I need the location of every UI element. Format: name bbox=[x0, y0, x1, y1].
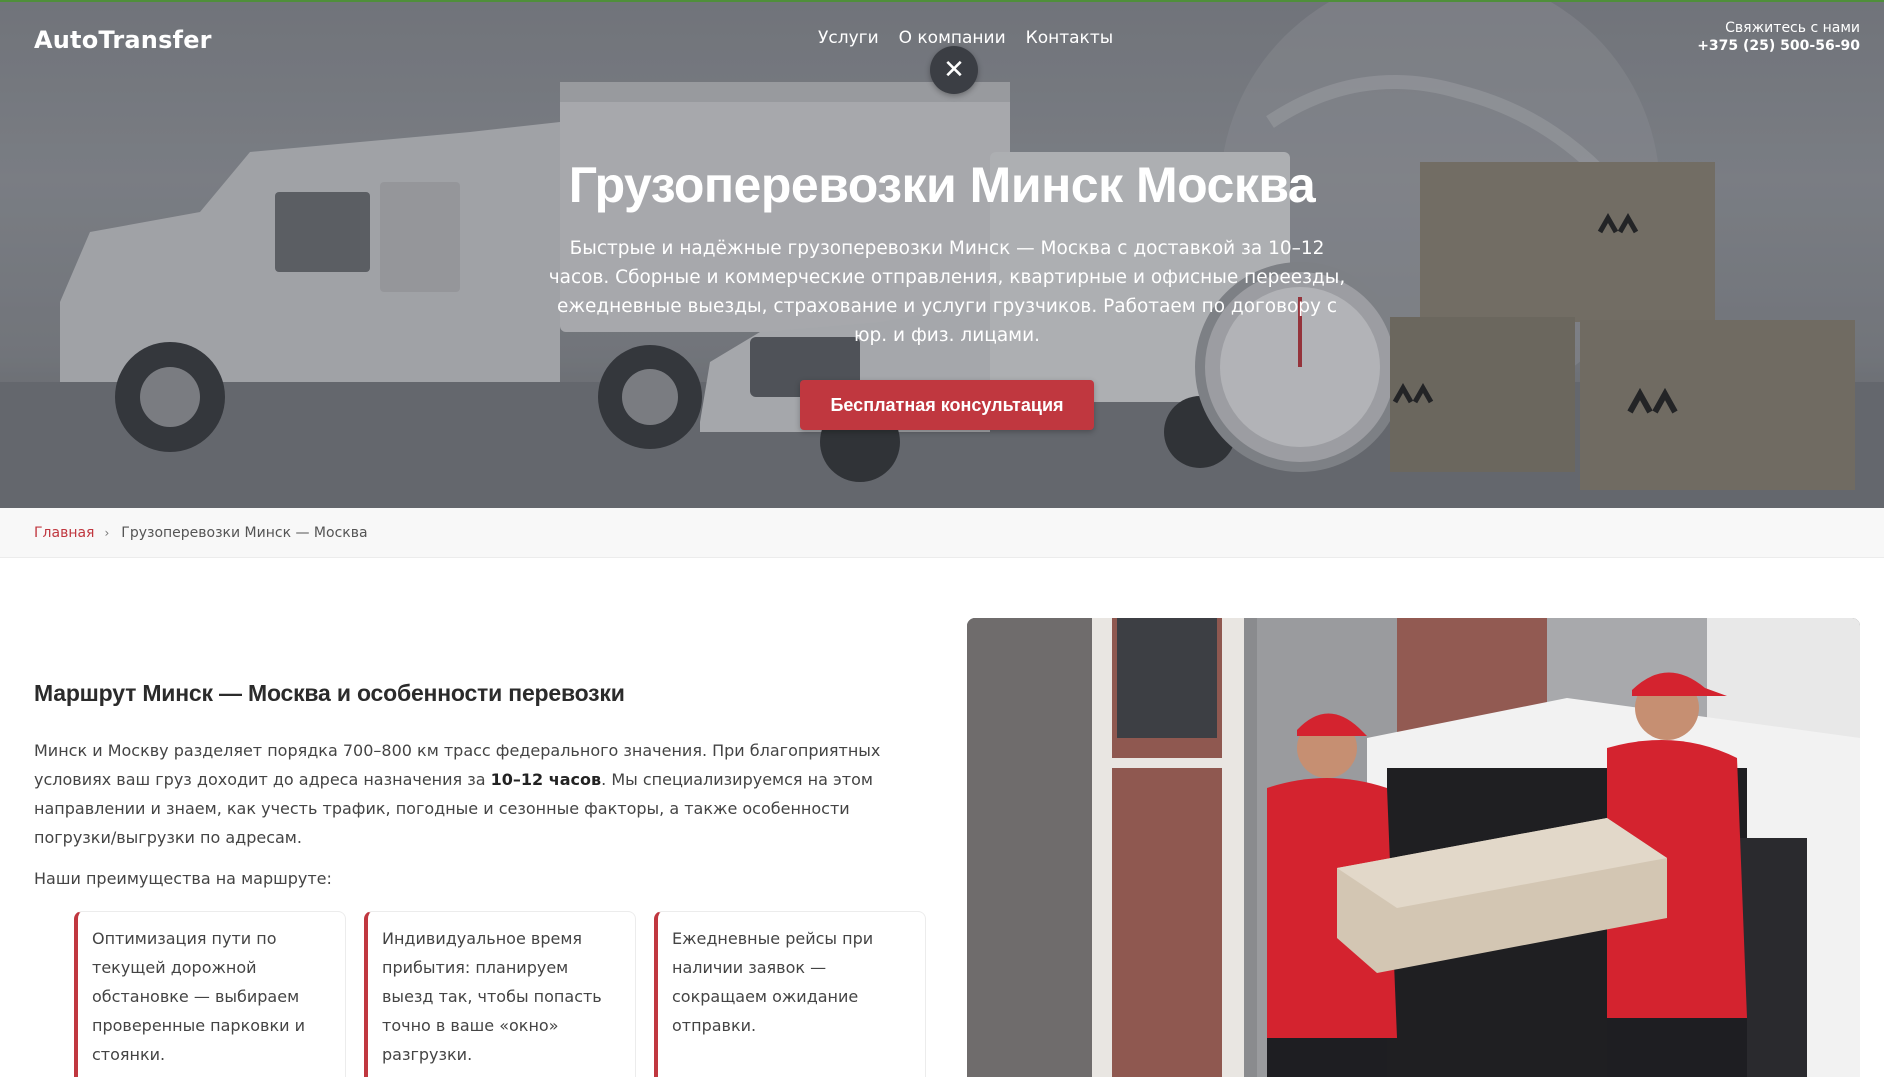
nav-item-about[interactable]: О компании bbox=[899, 28, 1006, 48]
advantage-card: Ежедневные рейсы при наличии заявок — со… bbox=[654, 911, 926, 1077]
close-icon: ✕ bbox=[943, 55, 965, 85]
nav-item-services[interactable]: Услуги bbox=[818, 28, 879, 48]
advantages-label: Наши преимущества на маршруте: bbox=[34, 869, 332, 888]
free-consultation-button[interactable]: Бесплатная консультация bbox=[800, 380, 1094, 430]
route-time-highlight: 10–12 часов bbox=[490, 770, 602, 789]
hero-banner: AutoTransfer Услуги О компании Контакты … bbox=[0, 0, 1884, 508]
advantage-card: Оптимизация пути по текущей дорожной обс… bbox=[74, 911, 346, 1077]
breadcrumb: Главная › Грузоперевозки Минск — Москва bbox=[0, 508, 1884, 558]
hero-title: Грузоперевозки Минск Москва bbox=[568, 157, 1316, 213]
site-logo[interactable]: AutoTransfer bbox=[34, 26, 212, 54]
contact-label: Свяжитесь с нами bbox=[1725, 20, 1860, 36]
breadcrumb-current: Грузоперевозки Минск — Москва bbox=[121, 524, 368, 541]
section-title: Маршрут Минск — Москва и особенности пер… bbox=[34, 680, 625, 706]
breadcrumb-home[interactable]: Главная bbox=[34, 525, 94, 541]
header-contact: Свяжитесь с нами +375 (25) 500-56-90 bbox=[1697, 20, 1860, 54]
main-nav: Услуги О компании Контакты bbox=[818, 28, 1113, 48]
advantage-card: Индивидуальное время прибытия: планируем… bbox=[364, 911, 636, 1077]
movers-photo bbox=[967, 618, 1860, 1077]
nav-item-contacts[interactable]: Контакты bbox=[1026, 28, 1114, 48]
close-button[interactable]: ✕ bbox=[930, 46, 978, 94]
movers-illustration bbox=[967, 618, 1860, 1077]
breadcrumb-separator: › bbox=[104, 525, 110, 540]
hero-subtitle: Быстрые и надёжные грузоперевозки Минск … bbox=[548, 238, 1346, 346]
contact-phone[interactable]: +375 (25) 500-56-90 bbox=[1697, 38, 1860, 54]
advantage-cards: Оптимизация пути по текущей дорожной обс… bbox=[74, 911, 926, 1077]
route-description: Минск и Москву разделяет порядка 700–800… bbox=[34, 736, 924, 852]
